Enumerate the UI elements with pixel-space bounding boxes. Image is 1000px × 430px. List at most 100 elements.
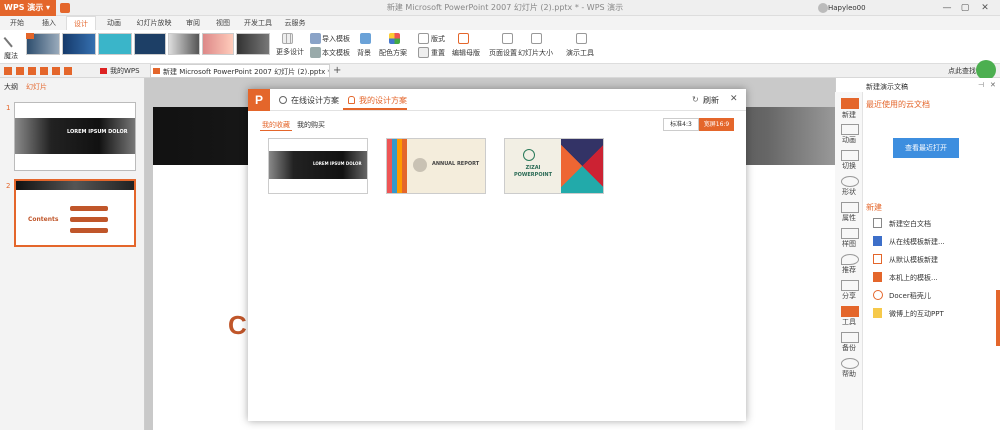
avatar[interactable]: [818, 3, 828, 13]
more-design-icon[interactable]: [282, 33, 293, 44]
animation-icon[interactable]: [841, 124, 859, 135]
tab-view[interactable]: 视图: [210, 16, 236, 30]
import-template-label[interactable]: 导入模板: [322, 34, 350, 44]
reset-icon[interactable]: [418, 47, 429, 58]
slide-size-label[interactable]: 幻灯片大小: [518, 48, 553, 58]
page-setup-label[interactable]: 页面设置: [489, 48, 517, 58]
toolbar-icons[interactable]: [4, 67, 76, 75]
side-label-animation[interactable]: 动画: [837, 135, 861, 145]
new-item-blank[interactable]: 新建空白文档: [889, 219, 931, 229]
refresh-button[interactable]: 刷新: [703, 95, 719, 106]
side-label-backup[interactable]: 备份: [837, 343, 861, 353]
side-label-shape[interactable]: 形状: [837, 187, 861, 197]
page-setup-icon[interactable]: [502, 33, 513, 44]
presentation-tools-icon[interactable]: [576, 33, 587, 44]
sample-icon[interactable]: [841, 228, 859, 239]
pin-icon[interactable]: ⊣: [978, 81, 984, 89]
dialog-close-icon[interactable]: ✕: [730, 94, 738, 104]
template-thumb[interactable]: [62, 33, 96, 55]
tab-current-document[interactable]: 新建 Microsoft PowerPoint 2007 幻灯片 (2).ppt…: [150, 64, 330, 78]
tab-outline[interactable]: 大纲: [4, 82, 18, 92]
layout-icon[interactable]: [418, 33, 429, 44]
share-icon[interactable]: [841, 280, 859, 291]
new-item-weibo[interactable]: 微博上的互动PPT: [889, 309, 944, 319]
close-pane-icon[interactable]: ✕: [990, 81, 996, 89]
slide-size-icon[interactable]: [531, 33, 542, 44]
presentation-tools-label[interactable]: 演示工具: [566, 48, 594, 58]
side-label-recommend[interactable]: 推荐: [837, 265, 861, 275]
ratio-16-9-button[interactable]: 宽屏16:9: [699, 118, 734, 131]
design-card[interactable]: ANNUAL REPORT: [386, 138, 486, 194]
template-thumb[interactable]: [134, 33, 166, 55]
template-thumb[interactable]: [236, 33, 270, 55]
design-card[interactable]: ZIZAI POWERPOINT: [504, 138, 604, 194]
reset-label[interactable]: 重置: [431, 48, 445, 58]
edit-master-icon[interactable]: [458, 33, 469, 44]
collapse-handle[interactable]: [996, 290, 1000, 346]
layout-label[interactable]: 版式: [431, 34, 445, 44]
tab-cloud[interactable]: 云服务: [280, 16, 310, 30]
tab-review[interactable]: 审阅: [180, 16, 206, 30]
side-label-sample[interactable]: 样图: [837, 239, 861, 249]
side-label-new[interactable]: 新建: [837, 110, 861, 120]
edit-master-label[interactable]: 编辑母版: [452, 48, 480, 58]
subtab-favorites[interactable]: 我的收藏: [262, 120, 290, 130]
template-thumb[interactable]: [168, 33, 200, 55]
this-template-label[interactable]: 本文模板: [322, 48, 350, 58]
transition-icon[interactable]: [841, 150, 859, 161]
tab-online-design[interactable]: 在线设计方案: [291, 95, 339, 106]
subtab-underline: [260, 130, 292, 131]
background-icon[interactable]: [360, 33, 371, 44]
tools-icon[interactable]: [841, 306, 859, 317]
recent-cloud-title: 最近使用的云文档: [866, 100, 930, 109]
subtab-purchased[interactable]: 我的购买: [297, 120, 325, 130]
tab-my-design[interactable]: 我的设计方案: [359, 95, 407, 106]
recommend-icon[interactable]: [841, 254, 859, 265]
template-thumb[interactable]: [98, 33, 132, 55]
side-label-share[interactable]: 分享: [837, 291, 861, 301]
quick-access-icon[interactable]: [60, 3, 70, 13]
refresh-icon[interactable]: ↻: [692, 95, 699, 104]
backup-icon[interactable]: [841, 332, 859, 343]
new-item-docer[interactable]: Docer稻壳儿: [889, 291, 931, 301]
slide-thumbnail-1[interactable]: LOREM IPSUM DOLOR: [14, 102, 136, 171]
tab-developer[interactable]: 开发工具: [240, 16, 276, 30]
properties-icon[interactable]: [841, 202, 859, 213]
side-label-help[interactable]: 帮助: [837, 369, 861, 379]
close-icon[interactable]: ✕: [978, 2, 992, 14]
ratio-4-3-button[interactable]: 标准4:3: [663, 118, 699, 131]
open-recent-button[interactable]: 查看最近打开: [893, 138, 959, 158]
side-label-tools[interactable]: 工具: [837, 317, 861, 327]
this-template-icon[interactable]: [310, 47, 321, 58]
tab-slideshow[interactable]: 幻灯片放映: [132, 16, 176, 30]
template-thumb[interactable]: [202, 33, 234, 55]
help-icon[interactable]: [841, 358, 859, 369]
green-assistant-icon[interactable]: [976, 60, 996, 80]
more-design-label[interactable]: 更多设计: [276, 47, 304, 57]
slide-thumbnail-2[interactable]: Contents: [14, 179, 136, 247]
design-card[interactable]: LOREM IPSUM DOLOR: [268, 138, 368, 194]
new-item-local[interactable]: 本机上的模板...: [889, 273, 938, 283]
tab-insert[interactable]: 插入: [36, 16, 62, 30]
tab-design[interactable]: 设计: [66, 16, 96, 30]
background-label[interactable]: 背景: [357, 48, 371, 58]
tab-animation[interactable]: 动画: [101, 16, 127, 30]
new-item-default[interactable]: 从默认模板新建: [889, 255, 938, 265]
import-template-icon[interactable]: [310, 33, 321, 44]
minimize-icon[interactable]: —: [940, 2, 954, 14]
new-tab-icon[interactable]: +: [333, 64, 343, 78]
shape-icon[interactable]: [841, 176, 859, 187]
user-name[interactable]: Hapyleo00: [828, 2, 866, 14]
app-menu-button[interactable]: WPS 演示 ▾: [0, 0, 56, 16]
tab-home[interactable]: 开始: [4, 16, 30, 30]
new-item-online[interactable]: 从在线模板新建...: [889, 237, 945, 247]
maximize-icon[interactable]: ▢: [958, 2, 972, 14]
new-icon[interactable]: [841, 98, 859, 109]
side-label-transition[interactable]: 切换: [837, 161, 861, 171]
side-label-properties[interactable]: 属性: [837, 213, 861, 223]
tab-slides[interactable]: 幻灯片: [26, 82, 47, 92]
weibo-icon: [873, 308, 882, 318]
color-scheme-icon[interactable]: [389, 33, 400, 44]
task-pane-header[interactable]: 新建演示文稿: [866, 82, 908, 92]
color-scheme-label[interactable]: 配色方案: [379, 48, 407, 58]
